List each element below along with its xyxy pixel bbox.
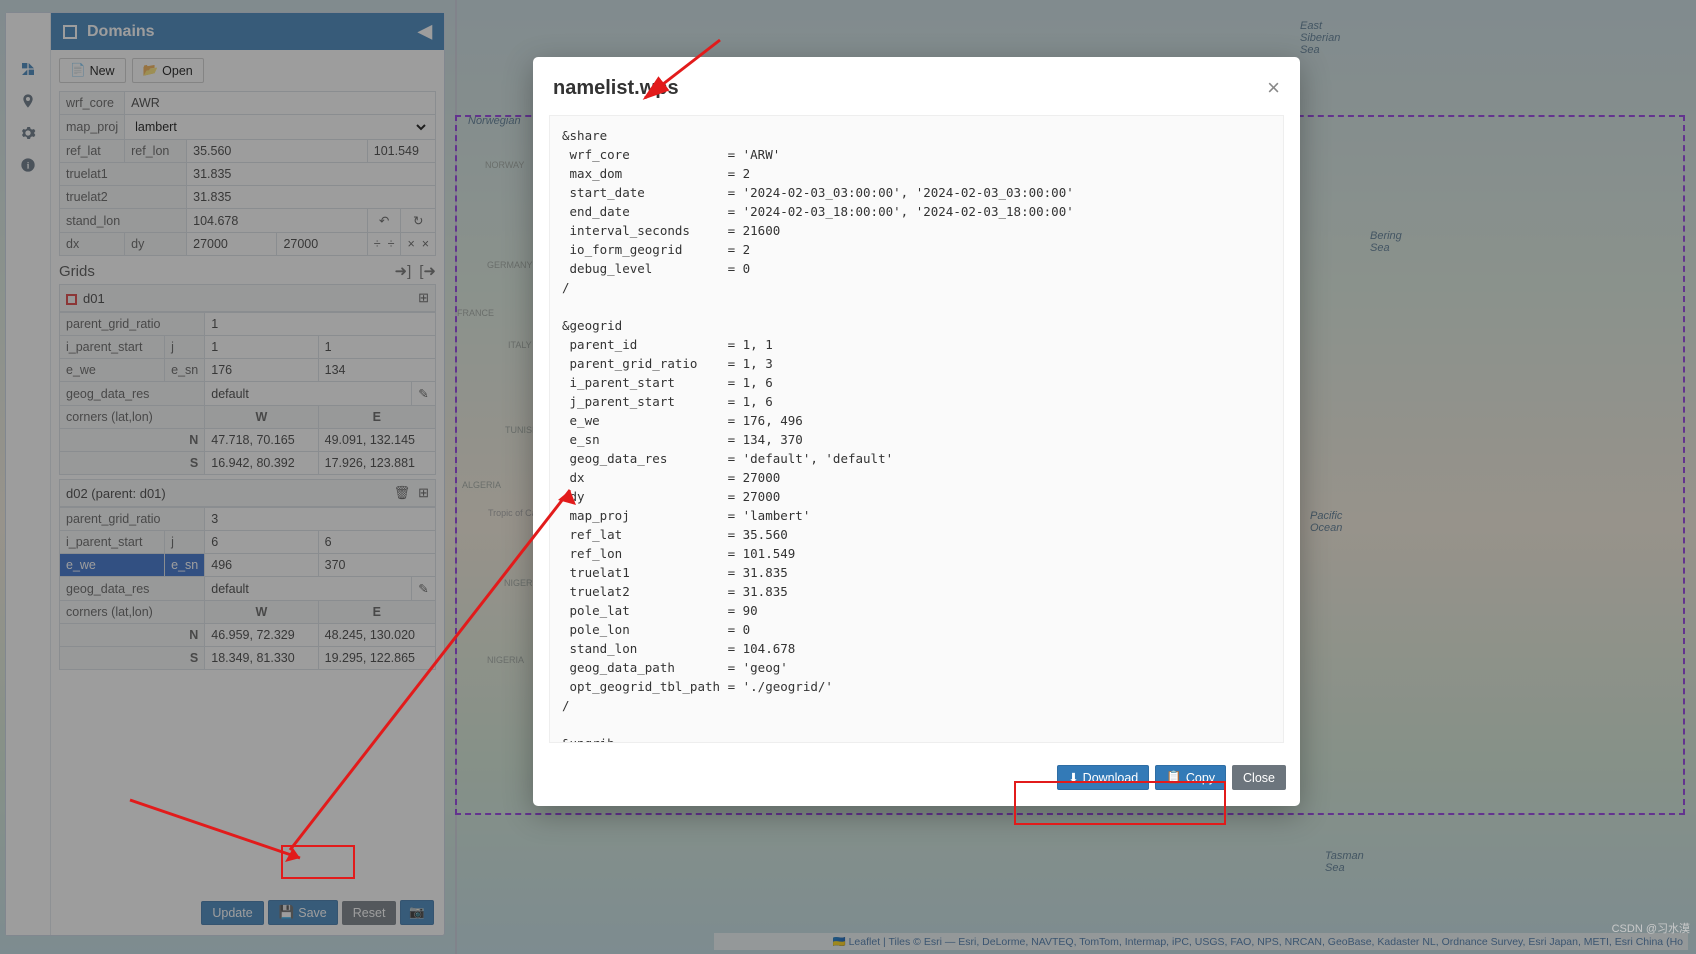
- download-button[interactable]: ⬇ Download: [1057, 765, 1149, 790]
- watermark: CSDN @习水漠: [1612, 920, 1690, 936]
- namelist-modal: namelist.wps × &share wrf_core = 'ARW' m…: [533, 57, 1300, 806]
- namelist-code[interactable]: &share wrf_core = 'ARW' max_dom = 2 star…: [549, 115, 1284, 743]
- close-icon[interactable]: ×: [1267, 75, 1280, 101]
- copy-button[interactable]: 📋 Copy: [1155, 765, 1226, 790]
- modal-title: namelist.wps: [553, 77, 679, 100]
- close-button[interactable]: Close: [1232, 765, 1286, 790]
